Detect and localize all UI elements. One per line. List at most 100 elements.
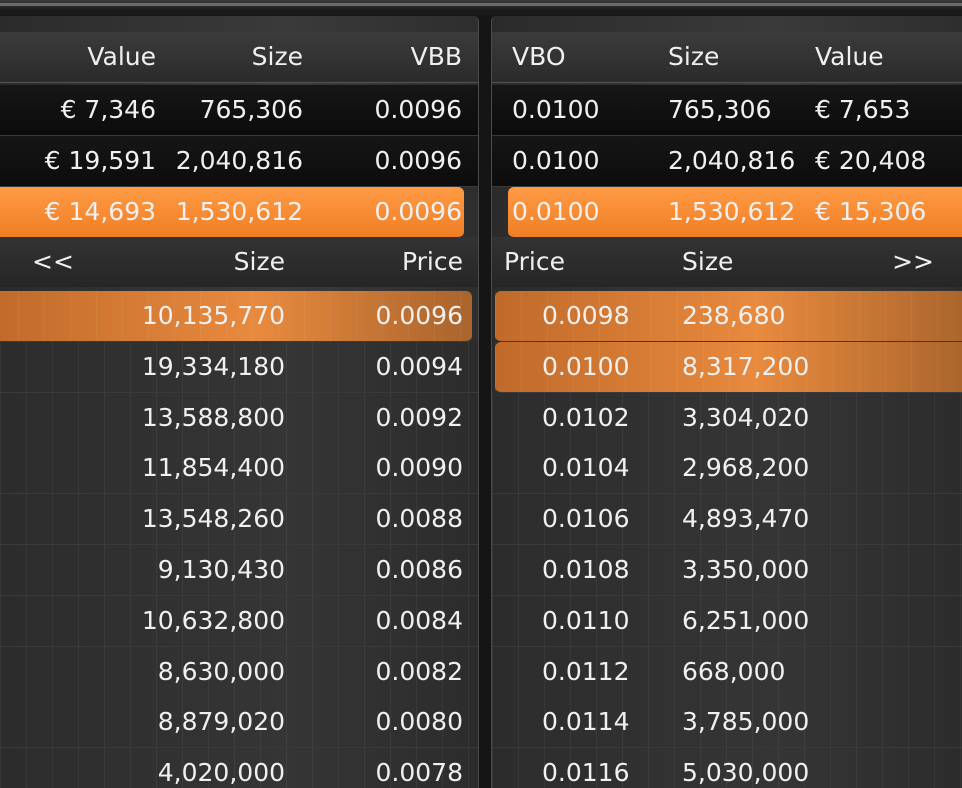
ask-book-price-cell: 0.0108 <box>542 555 630 584</box>
ask-book-size-cell: 4,893,470 <box>682 504 810 534</box>
ask-book-size-header[interactable]: Size <box>682 237 802 287</box>
bid-summary-row[interactable]: € 14,693 1,530,612 0.0096 <box>0 187 464 238</box>
ask-summary-size-cell: 1,530,612 <box>668 197 796 226</box>
ask-book-size-cell: 668,000 <box>682 656 786 686</box>
bid-book-size-cell: 11,854,400 <box>141 453 285 483</box>
bid-summary-vbb-cell: 0.0096 <box>374 146 462 175</box>
ask-book-size-cell: 5,030,000 <box>682 758 810 788</box>
bid-book-row[interactable]: 8,879,020 0.0080 <box>0 697 478 749</box>
bid-summary-value-cell: € 14,693 <box>44 197 156 226</box>
bid-book-price-cell: 0.0082 <box>375 656 463 686</box>
bid-book-price-cell: 0.0096 <box>375 301 463 330</box>
bid-book-row[interactable]: 4,020,000 0.0078 <box>0 748 478 788</box>
bid-summary-vbb-header[interactable]: VBB <box>320 32 462 82</box>
bid-summary-size-header[interactable]: Size <box>160 32 303 82</box>
ask-book-price-cell: 0.0098 <box>542 301 630 330</box>
bid-book-row[interactable]: 13,548,260 0.0088 <box>0 494 478 546</box>
bid-book-row[interactable]: 19,334,180 0.0094 <box>0 341 478 393</box>
ask-summary-vbo-cell: 0.0100 <box>512 197 600 226</box>
bid-summary-size-cell: 1,530,612 <box>175 197 303 226</box>
ask-book-row[interactable]: 0.0110 6,251,000 <box>492 595 962 647</box>
bid-book-size-cell: 8,879,020 <box>157 707 285 737</box>
top-bar <box>0 0 962 10</box>
ask-book-size-cell: 238,680 <box>682 301 786 330</box>
ask-book-size-cell: 2,968,200 <box>682 453 810 483</box>
ask-summary-header: VBO Size Value <box>492 32 962 83</box>
bid-book-size-cell: 4,020,000 <box>157 758 285 788</box>
bid-book-size-cell: 8,630,000 <box>157 656 285 686</box>
bid-book-size-cell: 13,588,800 <box>141 402 285 432</box>
bid-panel: Value Size VBB € 7,346 765,306 0.0096 € 19,… <box>0 16 479 788</box>
ask-book-size-cell: 6,251,000 <box>682 605 810 635</box>
bid-book-price-cell: 0.0094 <box>375 351 463 381</box>
ask-book-price-cell: 0.0112 <box>542 656 630 686</box>
bid-book-row[interactable]: 11,854,400 0.0090 <box>0 443 478 495</box>
bid-book-row[interactable]: 10,135,770 0.0096 <box>0 291 472 342</box>
bid-summary-size-cell: 765,306 <box>199 95 303 124</box>
ask-book-size-cell: 8,317,200 <box>682 351 810 381</box>
bid-book-price-cell: 0.0090 <box>375 453 463 483</box>
bid-book-size-cell: 13,548,260 <box>141 504 285 534</box>
ask-book-price-cell: 0.0100 <box>542 351 630 381</box>
bid-book-row[interactable]: 13,588,800 0.0092 <box>0 392 478 444</box>
bid-summary-value-cell: € 19,591 <box>44 146 156 175</box>
ask-book-price-cell: 0.0104 <box>542 453 630 483</box>
ask-summary-value-header[interactable]: Value <box>815 32 955 82</box>
bid-book-row[interactable]: 10,632,800 0.0084 <box>0 595 478 647</box>
bid-summary-vbb-cell: 0.0096 <box>374 95 462 124</box>
ask-book-price-cell: 0.0110 <box>542 605 630 635</box>
ask-book-row[interactable]: 0.0114 3,785,000 <box>492 697 962 749</box>
ask-book-price-cell: 0.0114 <box>542 707 630 737</box>
ask-summary-value-cell: € 15,306 <box>815 197 927 226</box>
ask-book-size-cell: 3,350,000 <box>682 555 810 584</box>
ask-book-row[interactable]: 0.0108 3,350,000 <box>492 545 962 596</box>
bid-book-price-cell: 0.0084 <box>375 605 463 635</box>
ask-book-price-cell: 0.0116 <box>542 758 630 788</box>
ask-book-row[interactable]: 0.0100 8,317,200 <box>495 341 962 393</box>
ask-summary-row[interactable]: 0.0100 2,040,816 € 20,408 <box>492 136 962 187</box>
ask-book-row[interactable]: 0.0102 3,304,020 <box>492 392 962 444</box>
bid-book-size-cell: 9,130,430 <box>157 555 285 584</box>
ask-book-row[interactable]: 0.0116 5,030,000 <box>492 748 962 788</box>
ask-summary-vbo-cell: 0.0100 <box>512 95 600 124</box>
ask-book-size-cell: 3,785,000 <box>682 707 810 737</box>
bid-book-size-cell: 19,334,180 <box>141 351 285 381</box>
ask-nav-next-button[interactable]: >> <box>872 237 934 287</box>
bid-book-price-cell: 0.0088 <box>375 504 463 534</box>
bid-book-header: << Size Price <box>0 237 478 287</box>
ask-book-row[interactable]: 0.0104 2,968,200 <box>492 443 962 495</box>
ask-summary-row[interactable]: 0.0100 1,530,612 € 15,306 <box>508 187 962 238</box>
ask-book-row[interactable]: 0.0106 4,893,470 <box>492 494 962 546</box>
ask-summary-vbo-header[interactable]: VBO <box>512 32 632 82</box>
bid-book-price-cell: 0.0086 <box>375 555 463 584</box>
ask-book-row[interactable]: 0.0112 668,000 <box>492 646 962 698</box>
bid-nav-prev-button[interactable]: << <box>32 237 92 287</box>
bid-summary-vbb-cell: 0.0096 <box>374 197 462 226</box>
ask-summary-size-cell: 765,306 <box>668 95 772 124</box>
ask-summary-vbo-cell: 0.0100 <box>512 146 600 175</box>
ask-book-price-cell: 0.0106 <box>542 504 630 534</box>
ask-summary-value-cell: € 7,653 <box>815 95 911 124</box>
bid-book-size-cell: 10,632,800 <box>141 605 285 635</box>
ask-summary-size-cell: 2,040,816 <box>668 146 796 175</box>
ask-book-price-header[interactable]: Price <box>504 237 604 287</box>
bid-summary-value-cell: € 7,346 <box>60 95 156 124</box>
bid-summary-row[interactable]: € 19,591 2,040,816 0.0096 <box>0 136 478 187</box>
bid-book-row[interactable]: 9,130,430 0.0086 <box>0 545 478 596</box>
ask-summary-row[interactable]: 0.0100 765,306 € 7,653 <box>492 85 962 136</box>
bid-book-size-header[interactable]: Size <box>120 237 285 287</box>
ask-summary-value-cell: € 20,408 <box>815 146 927 175</box>
ask-summary-size-header[interactable]: Size <box>668 32 798 82</box>
ask-panel: VBO Size Value 0.0100 765,306 € 7,653 0.010… <box>491 16 962 788</box>
bid-summary-size-cell: 2,040,816 <box>175 146 303 175</box>
bid-summary-value-header[interactable]: Value <box>0 32 156 82</box>
bid-book-price-header[interactable]: Price <box>320 237 463 287</box>
bid-book-price-cell: 0.0078 <box>375 758 463 788</box>
bid-book-row[interactable]: 8,630,000 0.0082 <box>0 646 478 698</box>
ask-book-row[interactable]: 0.0098 238,680 <box>495 291 962 342</box>
bid-summary-row[interactable]: € 7,346 765,306 0.0096 <box>0 85 478 136</box>
bid-book-price-cell: 0.0092 <box>375 402 463 432</box>
ask-book-size-cell: 3,304,020 <box>682 402 810 432</box>
ask-book-price-cell: 0.0102 <box>542 402 630 432</box>
ask-book-header: Price Size >> <box>492 237 962 287</box>
